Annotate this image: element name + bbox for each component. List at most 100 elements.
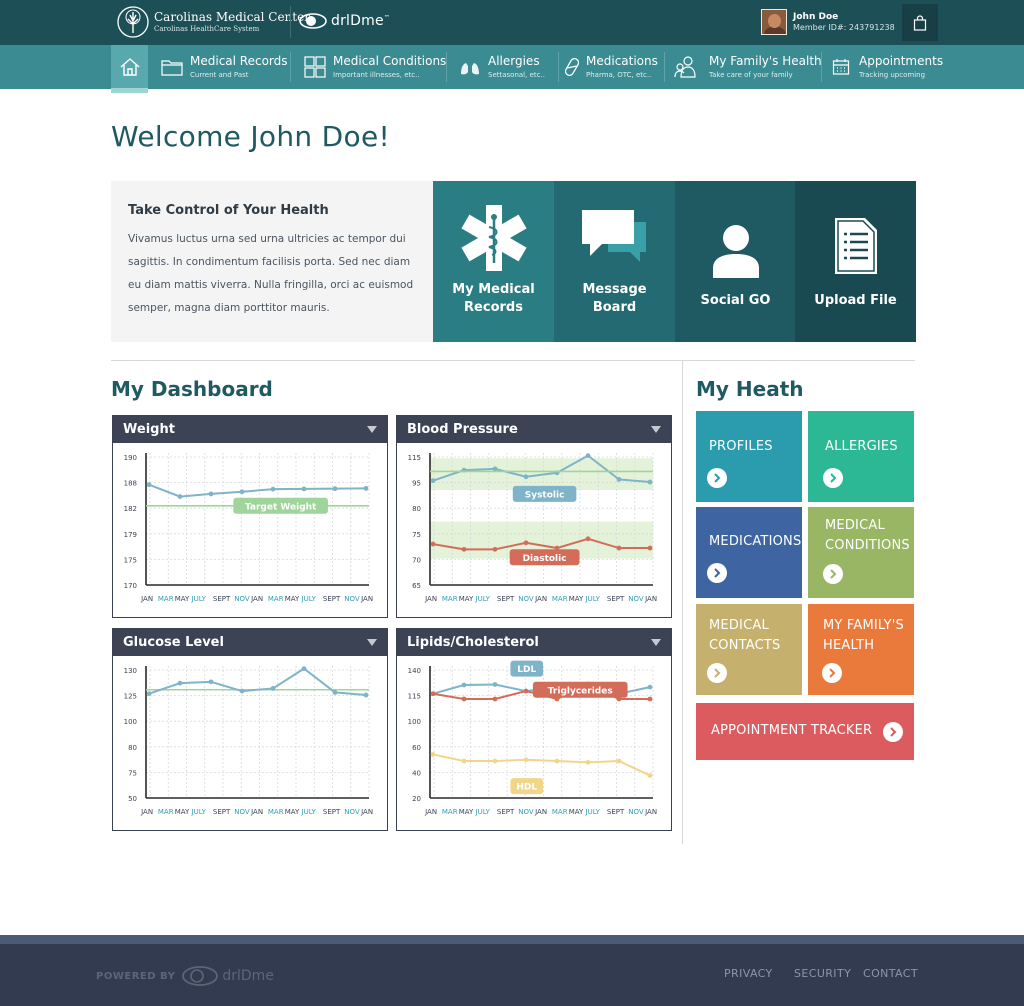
dropdown-arrow-icon[interactable]	[367, 639, 377, 646]
contact-link[interactable]: CONTACT	[863, 967, 918, 980]
chevron-right-icon[interactable]	[823, 468, 843, 488]
nav-appointments[interactable]: Appointments Tracking upcoming	[829, 45, 943, 89]
nav-item-subtitle: Pharma, OTC, etc..	[586, 70, 652, 79]
avatar[interactable]	[761, 9, 787, 35]
nav-item-subtitle: Important illnesses, etc..	[333, 70, 420, 79]
x-tick-label: SEPT	[607, 595, 625, 603]
data-point	[146, 691, 152, 697]
footer-logo-text: drl	[222, 968, 241, 984]
nav-medications[interactable]: Medications Pharma, OTC, etc..	[564, 45, 658, 89]
powered-by-logo[interactable]: POWERED BY drlDme	[96, 965, 274, 987]
drl-dme-logo[interactable]: drlDme™	[298, 10, 390, 32]
glucose-chart-card: Glucose Level 130 125 100 80 75 50 JAN MAR MAY JU…	[112, 628, 388, 831]
chart-header[interactable]: Weight	[113, 416, 387, 443]
x-tick-label: MAY	[459, 595, 474, 603]
medical-conditions-tile[interactable]: MEDICAL CONDITIONS	[808, 507, 914, 598]
info-body: Vivamus luctus urna sed urna ultricies a…	[128, 233, 414, 314]
x-tick-label: NOV	[234, 595, 250, 603]
brand-subtitle: Carolinas HealthCare System	[154, 25, 260, 33]
my-medical-records-tile[interactable]: My Medical Records	[433, 181, 554, 342]
nav-item-subtitle: Current and Past	[190, 70, 249, 79]
data-point	[585, 536, 591, 542]
message-board-tile[interactable]: Message Board	[554, 181, 675, 342]
upload-file-tile[interactable]: Upload File	[795, 181, 916, 342]
chevron-right-icon[interactable]	[822, 663, 842, 683]
medications-tile[interactable]: MEDICATIONS	[696, 507, 802, 598]
profiles-tile[interactable]: PROFILES	[696, 411, 802, 502]
drl-logo-text: drl	[331, 13, 351, 29]
y-tick-label: 125	[124, 693, 137, 701]
x-tick-label: MAR	[552, 595, 568, 603]
shopping-bag-button[interactable]	[902, 4, 938, 41]
x-tick-label: NOV	[234, 808, 250, 816]
y-tick-label: 60	[412, 744, 421, 752]
chart-header[interactable]: Lipids/Cholesterol	[397, 629, 671, 656]
nav-separator	[664, 52, 665, 82]
dropdown-arrow-icon[interactable]	[367, 426, 377, 433]
nav-item-title: Allergies	[488, 54, 540, 69]
welcome-heading: Welcome John Doe!	[111, 120, 391, 153]
chevron-right-icon[interactable]	[707, 563, 727, 583]
x-tick-label: MAY	[569, 595, 584, 603]
x-tick-label: JULY	[191, 595, 207, 603]
x-tick-label: SEPT	[323, 808, 341, 816]
chat-bubbles-icon	[580, 203, 650, 273]
privacy-link[interactable]: PRIVACY	[724, 967, 773, 980]
data-point	[430, 752, 436, 757]
folder-icon	[161, 60, 183, 76]
pill-icon	[565, 58, 579, 76]
tile-label: MEDICAL CONDITIONS	[825, 518, 910, 553]
x-tick-label: JAN	[424, 595, 437, 603]
data-point	[430, 691, 436, 697]
data-point	[492, 466, 498, 472]
nav-item-title: My Family's Health	[709, 54, 822, 69]
x-tick-label: JAN	[534, 595, 547, 603]
footer-stripe	[0, 935, 1024, 944]
y-tick-label: 75	[412, 531, 421, 539]
x-tick-label: JAN	[250, 808, 263, 816]
grid-icon	[304, 56, 326, 78]
chart-header[interactable]: Glucose Level	[113, 629, 387, 656]
glucose-chart: 130125100807550JAN MAR MAY JULY SEPT NOV JAN MA…	[124, 666, 373, 816]
data-point	[461, 758, 467, 764]
family-health-tile[interactable]: MY FAMILY'S HEALTH	[808, 604, 914, 695]
chevron-right-icon[interactable]	[883, 722, 903, 742]
data-point	[301, 486, 307, 492]
chart-header[interactable]: Blood Pressure	[397, 416, 671, 443]
user-profile[interactable]: John Doe Member ID#: 243791238	[761, 9, 895, 35]
annotation-label: Diastolic	[523, 554, 567, 564]
x-tick-label: JULY	[585, 595, 601, 603]
tile-label: MY FAMILY'S HEALTH	[823, 618, 904, 653]
nav-home-button[interactable]	[111, 45, 148, 89]
medical-contacts-tile[interactable]: MEDICAL CONTACTS	[696, 604, 802, 695]
nav-item-title: Medications	[586, 54, 658, 69]
x-tick-label: SEPT	[607, 808, 625, 816]
dropdown-arrow-icon[interactable]	[651, 639, 661, 646]
x-tick-label: NOV	[518, 808, 534, 816]
brand-logo-link[interactable]: Carolinas Medical Center Carolinas Healt…	[117, 6, 310, 38]
y-tick-label: 65	[412, 582, 421, 590]
document-icon	[821, 211, 891, 281]
appointment-tracker-tile[interactable]: APPOINTMENT TRACKER	[696, 703, 914, 760]
lipids-chart: 140115100604020JAN MAR MAY JULY SEPT NOV JAN MA…	[408, 660, 657, 816]
y-tick-label: 100	[124, 718, 137, 726]
data-point	[616, 758, 622, 764]
brand-name: Carolinas Medical Center	[154, 10, 310, 24]
x-tick-label: JAN	[140, 808, 153, 816]
chevron-right-icon[interactable]	[823, 564, 843, 584]
nav-allergies[interactable]: Allergies Settasonal, etc..	[458, 45, 545, 89]
dropdown-arrow-icon[interactable]	[651, 426, 661, 433]
nav-medical-records[interactable]: Medical Records Current and Past	[160, 45, 288, 89]
y-tick-label: 50	[128, 795, 137, 803]
data-point	[492, 682, 498, 687]
allergies-tile[interactable]: ALLERGIES	[808, 411, 914, 502]
chevron-right-icon[interactable]	[707, 468, 727, 488]
social-go-tile[interactable]: Social GO	[675, 181, 796, 342]
nav-item-subtitle: Tracking upcoming	[859, 70, 926, 79]
nav-family-health[interactable]: My Family's Health Take care of your fami…	[674, 45, 822, 89]
nav-medical-conditions[interactable]: Medical Conditions Important illnesses, e…	[303, 45, 446, 89]
chevron-right-icon[interactable]	[707, 663, 727, 683]
security-link[interactable]: SECURITY	[794, 967, 851, 980]
x-tick-label: JAN	[534, 808, 547, 816]
x-tick-label: SEPT	[213, 595, 231, 603]
